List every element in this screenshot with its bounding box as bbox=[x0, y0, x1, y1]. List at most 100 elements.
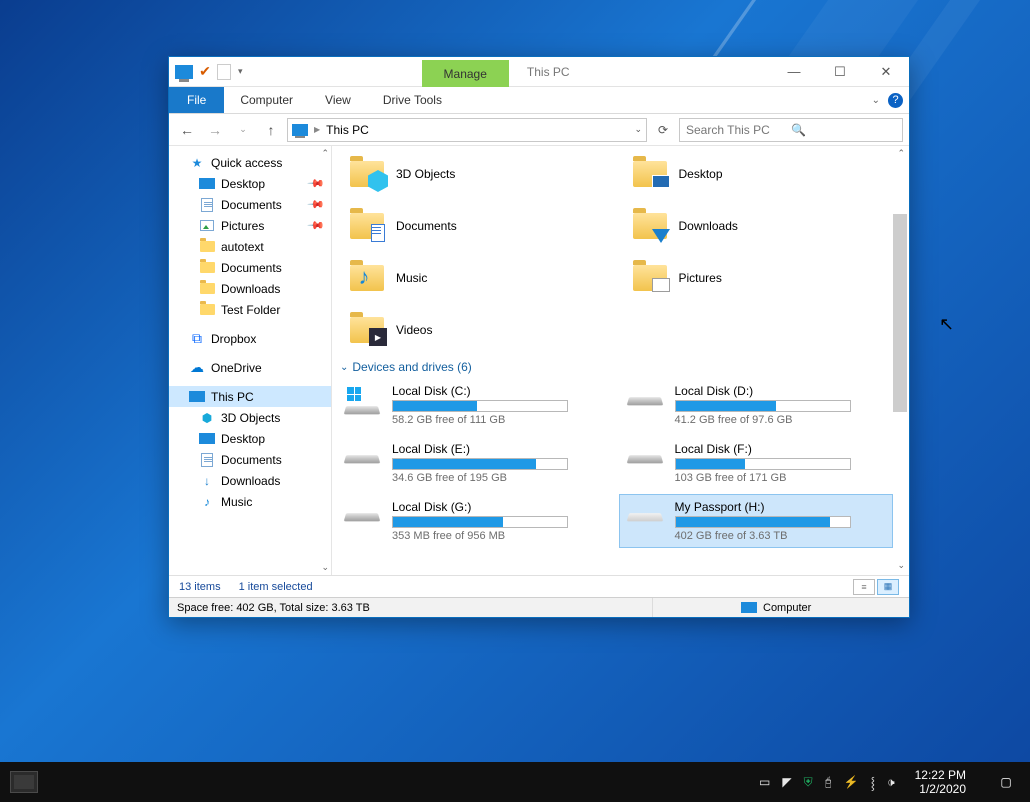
sidebar-item-label: Documents bbox=[221, 198, 282, 212]
security-icon[interactable]: ⛨ bbox=[804, 775, 813, 790]
forward-button[interactable]: → bbox=[203, 118, 227, 142]
back-button[interactable]: ← bbox=[175, 118, 199, 142]
wifi-icon[interactable]: ⸾ bbox=[871, 774, 875, 791]
desktop-icon bbox=[199, 433, 215, 444]
sidebar-item-test-folder[interactable]: Test Folder bbox=[169, 299, 331, 320]
pc-icon[interactable] bbox=[175, 65, 193, 79]
breadcrumb-location[interactable]: This PC bbox=[326, 123, 369, 137]
section-devices-and-drives[interactable]: ⌄ Devices and drives (6) bbox=[332, 356, 909, 378]
sidebar-scroll-down-icon[interactable]: ⌄ bbox=[321, 562, 329, 573]
qat-dropdown-icon[interactable]: ▾ bbox=[235, 66, 246, 77]
folder-videos[interactable]: ▶ Videos bbox=[346, 308, 609, 352]
onedrive-icon: ☁ bbox=[189, 360, 205, 376]
drive-usage-fill bbox=[676, 459, 746, 469]
sidebar-item-downloads[interactable]: Downloads bbox=[169, 278, 331, 299]
tab-file[interactable]: File bbox=[169, 87, 224, 113]
sidebar-item-pictures[interactable]: Pictures 📌 bbox=[169, 215, 331, 236]
system-tray: ▭ ◤ ⛨ 🖯 ⚡ ⸾ 🕩 12:22 PM 1/2/2020 ▢ bbox=[759, 762, 1030, 802]
sidebar-item-onedrive[interactable]: ☁ OneDrive bbox=[169, 357, 331, 378]
windows-logo-icon bbox=[347, 387, 361, 401]
close-button[interactable]: ✕ bbox=[863, 57, 909, 86]
sidebar-item-autotext[interactable]: autotext bbox=[169, 236, 331, 257]
action-center-button[interactable]: ▢ bbox=[986, 762, 1026, 802]
music-icon: ♪ bbox=[199, 494, 215, 510]
refresh-button[interactable]: ⟳ bbox=[651, 118, 675, 142]
drive-c[interactable]: Local Disk (C:) 58.2 GB free of 111 GB bbox=[336, 378, 611, 432]
sidebar-item-label: Test Folder bbox=[221, 303, 280, 317]
drive-title: Local Disk (C:) bbox=[392, 384, 605, 398]
folder-downloads[interactable]: Downloads bbox=[629, 204, 892, 248]
drive-usage-bar bbox=[675, 516, 851, 528]
folder-label: Downloads bbox=[679, 219, 738, 233]
footer-category: Computer bbox=[763, 602, 811, 614]
drive-f[interactable]: Local Disk (F:) 103 GB free of 171 GB bbox=[619, 436, 894, 490]
sidebar-item-pc-desktop[interactable]: Desktop bbox=[169, 428, 331, 449]
drive-g[interactable]: Local Disk (G:) 353 MB free of 956 MB bbox=[336, 494, 611, 548]
sidebar-item-documents[interactable]: Documents 📌 bbox=[169, 194, 331, 215]
ribbon-expand-icon[interactable]: ⌄ bbox=[872, 95, 880, 106]
sidebar-item-pc-music[interactable]: ♪ Music bbox=[169, 491, 331, 512]
drive-subtitle: 402 GB free of 3.63 TB bbox=[675, 530, 888, 542]
sidebar-item-this-pc[interactable]: This PC bbox=[169, 386, 331, 407]
folder-documents[interactable]: Documents bbox=[346, 204, 609, 248]
taskbar-clock[interactable]: 12:22 PM 1/2/2020 bbox=[907, 768, 974, 796]
properties-icon[interactable]: ✔ bbox=[197, 64, 213, 80]
address-dropdown-icon[interactable]: ⌄ bbox=[634, 124, 642, 135]
folder-label: Documents bbox=[396, 219, 457, 233]
address-bar[interactable]: ▶ This PC ⌄ bbox=[287, 118, 647, 142]
sidebar-item-pc-documents[interactable]: Documents bbox=[169, 449, 331, 470]
maximize-button[interactable]: ☐ bbox=[817, 57, 863, 86]
folder-pictures[interactable]: Pictures bbox=[629, 256, 892, 300]
ribbon-tabs: File Computer View Drive Tools ⌄ ? bbox=[169, 87, 909, 114]
sidebar-item-3d-objects[interactable]: ⬢ 3D Objects bbox=[169, 407, 331, 428]
sidebar-item-desktop[interactable]: Desktop 📌 bbox=[169, 173, 331, 194]
folder-icon: ♪ bbox=[350, 265, 384, 291]
scrollbar-thumb[interactable] bbox=[893, 214, 907, 412]
tray-app-icon[interactable]: ◤ bbox=[782, 775, 791, 789]
tab-computer[interactable]: Computer bbox=[224, 87, 309, 113]
folder-label: Music bbox=[396, 271, 427, 285]
view-details-button[interactable]: ≡ bbox=[853, 579, 875, 595]
folder-music[interactable]: ♪ Music bbox=[346, 256, 609, 300]
folder-icon bbox=[633, 265, 667, 291]
breadcrumb-chevron-icon[interactable]: ▶ bbox=[314, 125, 320, 134]
sidebar-item-documents-2[interactable]: Documents bbox=[169, 257, 331, 278]
search-input[interactable]: Search This PC 🔍 bbox=[679, 118, 903, 142]
sidebar-item-quick-access[interactable]: ★ Quick access bbox=[169, 152, 331, 173]
tray-overflow-icon[interactable]: ▭ bbox=[759, 775, 770, 789]
new-folder-icon[interactable] bbox=[217, 64, 231, 80]
sidebar-scroll-up-icon[interactable]: ⌃ bbox=[321, 148, 329, 159]
folder-label: Desktop bbox=[679, 167, 723, 181]
pictures-icon bbox=[200, 220, 214, 231]
search-icon[interactable]: 🔍 bbox=[791, 123, 896, 137]
up-button[interactable]: ↑ bbox=[259, 118, 283, 142]
recent-locations-button[interactable]: ⌄ bbox=[231, 118, 255, 142]
3d-objects-icon: ⬢ bbox=[199, 410, 215, 426]
tab-view[interactable]: View bbox=[309, 87, 367, 113]
sidebar-item-label: 3D Objects bbox=[221, 411, 280, 425]
sidebar-item-pc-downloads[interactable]: ↓ Downloads bbox=[169, 470, 331, 491]
folder-icon bbox=[200, 262, 215, 273]
content-scroll-down-icon[interactable]: ⌄ bbox=[897, 560, 905, 571]
drive-usage-bar bbox=[392, 458, 568, 470]
minimize-button[interactable]: — bbox=[771, 57, 817, 86]
drive-e[interactable]: Local Disk (E:) 34.6 GB free of 195 GB bbox=[336, 436, 611, 490]
taskbar-explorer-button[interactable] bbox=[0, 762, 48, 802]
tab-drive-tools[interactable]: Drive Tools bbox=[367, 87, 458, 113]
power-icon[interactable]: ⚡ bbox=[844, 775, 859, 789]
content-scroll-up-icon[interactable]: ⌃ bbox=[897, 148, 905, 159]
caption-buttons: — ☐ ✕ bbox=[771, 57, 909, 86]
clock-time: 12:22 PM bbox=[915, 768, 966, 782]
drive-h[interactable]: My Passport (H:) 402 GB free of 3.63 TB bbox=[619, 494, 894, 548]
window-title: This PC bbox=[527, 65, 570, 79]
usb-icon[interactable]: 🖯 bbox=[825, 775, 832, 790]
help-icon[interactable]: ? bbox=[888, 93, 903, 108]
drive-d[interactable]: Local Disk (D:) 41.2 GB free of 97.6 GB bbox=[619, 378, 894, 432]
drive-title: Local Disk (D:) bbox=[675, 384, 888, 398]
folder-3d-objects[interactable]: 3D Objects bbox=[346, 152, 609, 196]
volume-icon[interactable]: 🕩 bbox=[887, 775, 895, 790]
drive-usage-bar bbox=[675, 458, 851, 470]
folder-desktop[interactable]: Desktop bbox=[629, 152, 892, 196]
sidebar-item-dropbox[interactable]: ⧉ Dropbox bbox=[169, 328, 331, 349]
view-tiles-button[interactable]: ▦ bbox=[877, 579, 899, 595]
